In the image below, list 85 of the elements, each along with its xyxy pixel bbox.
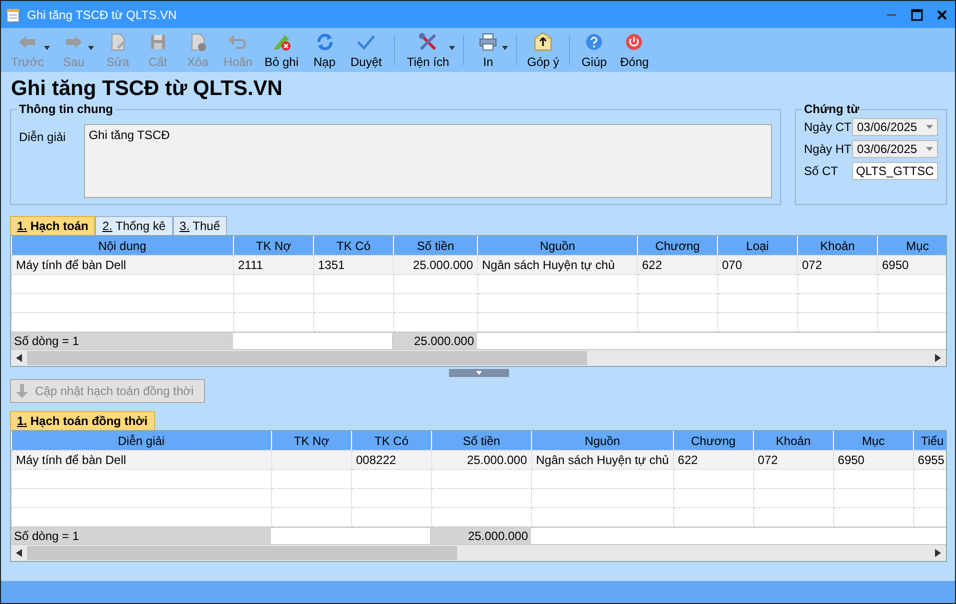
- refresh-icon: [314, 32, 335, 52]
- close-icon[interactable]: [937, 10, 947, 20]
- field-label: Số CT: [804, 164, 838, 178]
- column-header[interactable]: Khoản: [753, 431, 834, 450]
- scroll-right-icon[interactable]: [935, 549, 941, 557]
- dropdown-caret-icon[interactable]: [449, 46, 456, 50]
- table-cell: 072: [798, 256, 878, 274]
- table-cell: 070: [718, 256, 798, 274]
- column-header[interactable]: Mục: [878, 236, 946, 256]
- total-amount: 25.000.000: [393, 333, 477, 349]
- group-title: Thông tin chung: [18, 102, 114, 116]
- toolbar-button[interactable]: Góp ý: [521, 30, 566, 70]
- field-label: Ngày CT: [804, 120, 852, 134]
- column-header[interactable]: Số tiền: [432, 431, 532, 450]
- dropdown-caret-icon[interactable]: [502, 46, 508, 50]
- row-count: Số dòng = 1: [11, 333, 233, 349]
- help-icon: [584, 32, 604, 52]
- table-cell: 25.000.000: [394, 256, 478, 274]
- column-header[interactable]: TK Nợ: [272, 431, 352, 450]
- field-label: Ngày HT: [804, 142, 852, 156]
- table-cell: 6950: [838, 453, 864, 467]
- tab[interactable]: 3. Thuế: [172, 216, 228, 235]
- table-cell: 008222: [356, 453, 396, 467]
- column-header[interactable]: TK Có: [314, 236, 394, 256]
- description-field[interactable]: Ghi tăng TSCĐ: [84, 124, 772, 198]
- tools-icon: [418, 32, 438, 52]
- scroll-left-icon[interactable]: [16, 549, 22, 557]
- table-cell: Ngân sách Huyện tự chủ: [478, 256, 638, 274]
- column-header[interactable]: Khoản: [798, 236, 878, 256]
- table-cell: 6950: [878, 256, 946, 274]
- envelope-upload-icon: [533, 32, 554, 52]
- table-cell: 622: [638, 256, 718, 274]
- toolbar-button[interactable]: Tiện ích: [400, 30, 456, 70]
- total-amount: 25.000.000: [431, 528, 531, 544]
- printer-icon: [478, 32, 498, 52]
- toolbar-button[interactable]: Bỏ ghi: [258, 30, 305, 70]
- maximize-icon[interactable]: [911, 8, 923, 20]
- column-header[interactable]: TK Có: [352, 431, 432, 450]
- table-cell: Máy tính để bàn Dell: [16, 453, 126, 467]
- table-cell: Ngân sách Huyện tự chủ: [536, 453, 669, 467]
- column-header[interactable]: Mục: [833, 431, 914, 450]
- tab[interactable]: 2. Thống kê: [95, 216, 173, 235]
- row-count: Số dòng = 1: [11, 528, 271, 544]
- scroll-right-icon[interactable]: [935, 354, 941, 362]
- tab[interactable]: 1. Hạch toán đồng thời: [10, 411, 155, 430]
- column-header[interactable]: TK Nợ: [234, 236, 314, 256]
- notepad-icon: [5, 6, 21, 22]
- table-cell: 2111: [234, 256, 314, 274]
- toolbar-button[interactable]: In: [468, 30, 508, 70]
- column-header[interactable]: Nguồn: [532, 431, 674, 450]
- page-heading: Ghi tăng TSCĐ từ QLTS.VN: [11, 77, 284, 101]
- down-caret-icon: [476, 371, 482, 375]
- column-header[interactable]: Tiểu: [913, 431, 946, 450]
- dropdown-caret-icon[interactable]: [926, 125, 933, 129]
- table-cell: 072: [758, 453, 778, 467]
- column-header[interactable]: Chương: [673, 431, 754, 450]
- toolbar-button[interactable]: Duyệt: [344, 30, 388, 70]
- table-cell: 25.000.000: [466, 453, 527, 467]
- horizontal-scrollbar[interactable]: [11, 349, 946, 366]
- dropdown-caret-icon[interactable]: [926, 147, 933, 151]
- column-header[interactable]: Nguồn: [478, 236, 638, 256]
- table-cell: Máy tính để bàn Dell: [12, 256, 234, 274]
- toolbar-button[interactable]: Đóng: [614, 30, 655, 70]
- column-header[interactable]: Loại: [718, 236, 798, 256]
- scroll-left-icon[interactable]: [16, 354, 22, 362]
- horizontal-scrollbar[interactable]: [11, 544, 946, 561]
- column-header[interactable]: Chương: [638, 236, 718, 256]
- table-cell: 6955: [918, 453, 944, 467]
- voucher-number-field[interactable]: QLTS_GTTSC: [852, 162, 938, 180]
- column-header[interactable]: Nội dung: [12, 236, 234, 256]
- group-title: Chứng từ: [803, 102, 860, 116]
- column-header[interactable]: Số tiền: [394, 236, 478, 256]
- toolbar-button[interactable]: Nạp: [304, 30, 345, 70]
- tab[interactable]: 1. Hạch toán: [10, 216, 96, 235]
- date-field[interactable]: 03/06/2025: [852, 140, 938, 158]
- window-title: Ghi tăng TSCĐ từ QLTS.VN: [27, 8, 177, 22]
- table-cell: 622: [678, 453, 698, 467]
- field-label: Diễn giải: [19, 129, 66, 144]
- table-cell: 1351: [314, 256, 394, 274]
- down-arrow-icon: [15, 383, 29, 399]
- toolbar-button[interactable]: Giúp: [574, 30, 614, 70]
- splitter-handle[interactable]: [448, 369, 508, 377]
- power-icon: [624, 32, 644, 52]
- date-field[interactable]: 03/06/2025: [852, 118, 938, 136]
- column-header[interactable]: Diễn giải: [12, 431, 272, 450]
